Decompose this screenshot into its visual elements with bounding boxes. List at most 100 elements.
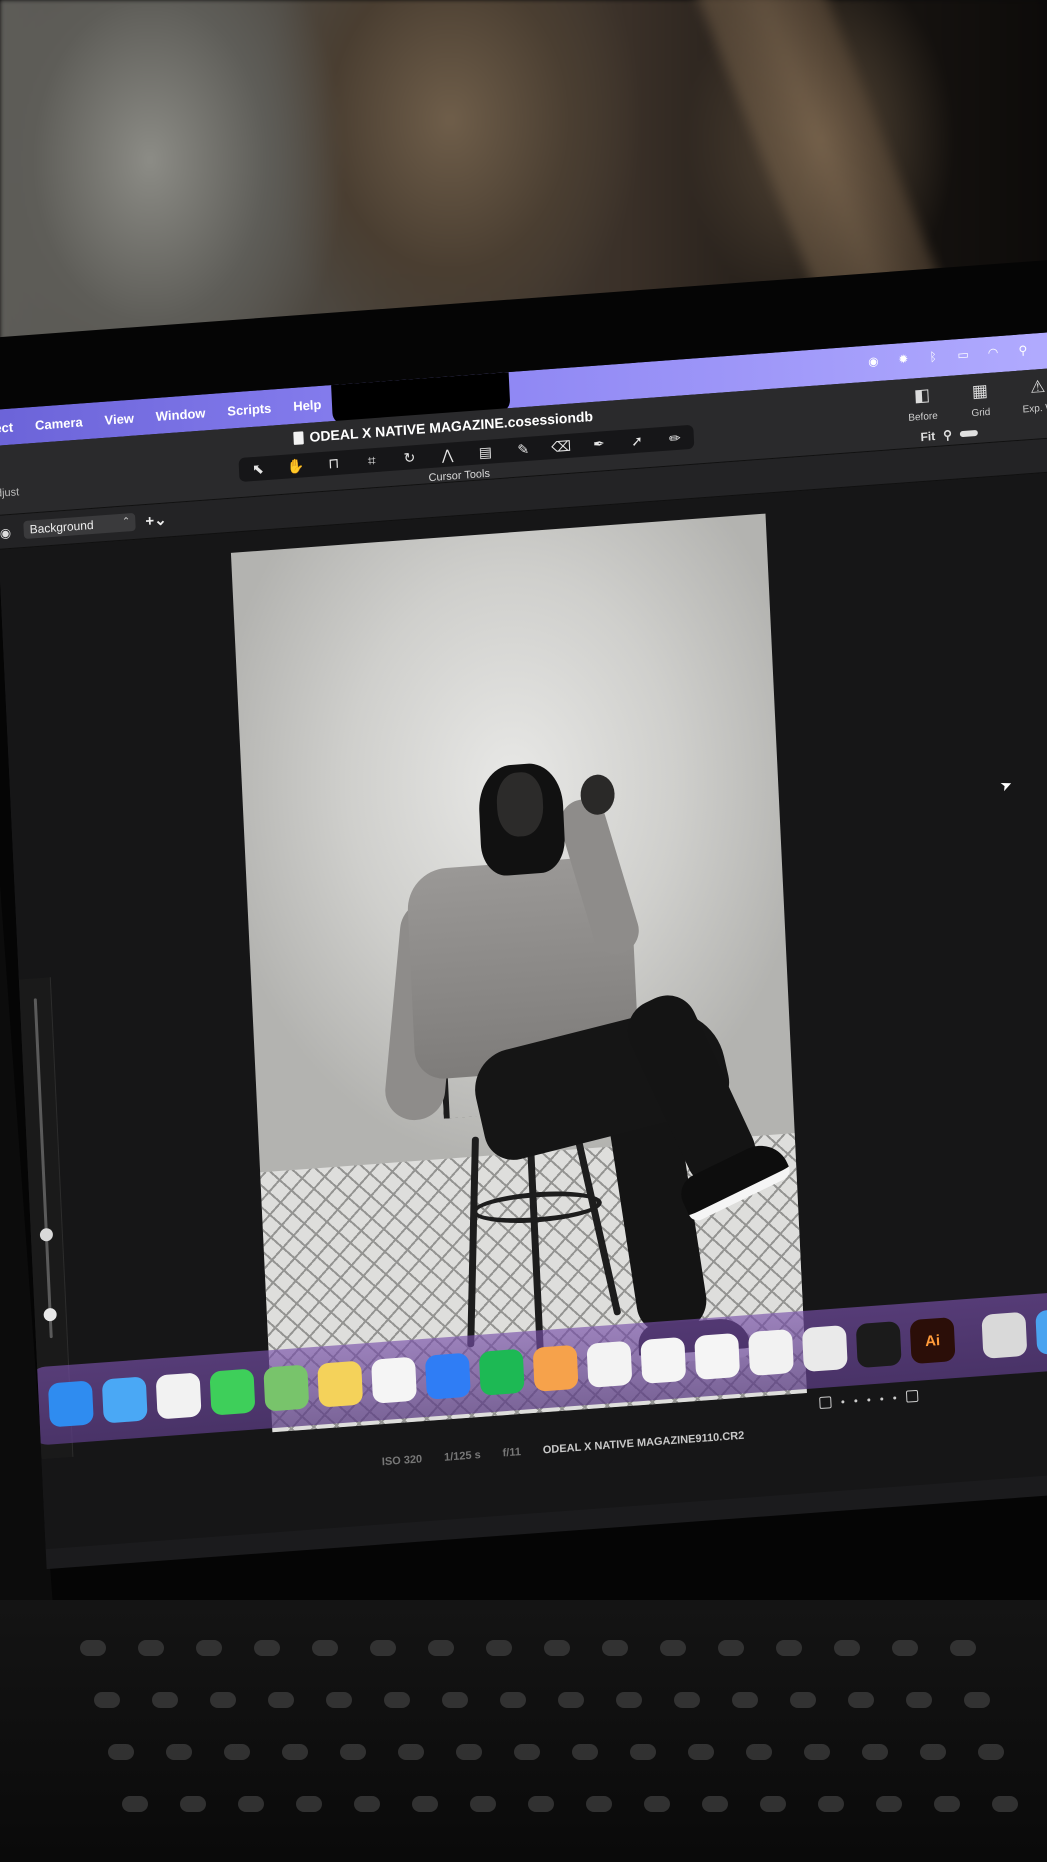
layer-visibility-eye-icon[interactable]: ◉ — [0, 525, 12, 542]
menu-select[interactable]: Select — [0, 419, 13, 437]
zoom-controls: Fit ⚲ — [920, 426, 978, 444]
grid-label: Grid — [971, 406, 991, 420]
aperture-value: f/11 — [502, 1446, 522, 1460]
dock-calendar-icon[interactable] — [694, 1332, 741, 1381]
page-dot[interactable] — [841, 1399, 845, 1403]
keyboard-key — [718, 1640, 744, 1656]
before-button[interactable]: ◧ Before — [902, 384, 944, 424]
fit-button[interactable]: Fit — [920, 429, 935, 444]
dock-freeform-icon[interactable] — [586, 1340, 633, 1388]
document-icon — [293, 430, 304, 445]
adjust-label: djust — [0, 486, 20, 500]
page-dot[interactable] — [893, 1395, 897, 1400]
dock-app-store-icon[interactable] — [424, 1352, 471, 1400]
single-view-icon[interactable] — [819, 1396, 832, 1410]
keyboard-key — [196, 1640, 222, 1656]
brush-tool-icon[interactable]: ✎ — [512, 440, 535, 459]
right-toolbar: ◧ Before ▦ Grid ⚠ Exp. W — [902, 376, 1047, 424]
page-dot[interactable] — [854, 1398, 858, 1403]
rotate-tool-icon[interactable]: ↻ — [398, 448, 421, 467]
before-after-icon: ◧ — [913, 385, 931, 406]
menu-camera[interactable]: Camera — [35, 414, 83, 432]
multi-view-icon[interactable] — [905, 1389, 919, 1403]
dock-archive-utility-icon[interactable] — [981, 1311, 1028, 1359]
pen-tool-icon[interactable]: ✏ — [663, 429, 686, 448]
menu-help[interactable]: Help — [293, 396, 322, 413]
zoom-slider[interactable] — [959, 429, 978, 438]
keyboard-key — [138, 1640, 164, 1656]
keystone-tool-icon[interactable]: ⋀ — [436, 445, 459, 464]
dock-photos-icon[interactable] — [532, 1344, 579, 1392]
add-layer-icon[interactable]: +⌄ — [145, 511, 167, 531]
dock-messages-icon[interactable] — [155, 1372, 202, 1420]
picker-tool-icon[interactable]: ✒ — [588, 434, 611, 453]
creative-cloud-icon[interactable]: ◉ — [866, 354, 881, 369]
keyboard-key — [384, 1692, 410, 1708]
adjustment-slider-knob[interactable] — [39, 1227, 54, 1242]
keyboard-key — [398, 1744, 424, 1760]
keyboard-key — [964, 1692, 990, 1708]
battery-icon[interactable]: ▭ — [956, 347, 971, 362]
dock-notes-icon[interactable] — [317, 1360, 364, 1408]
keyboard-key — [296, 1796, 322, 1812]
crop-tool-icon[interactable]: ⌗ — [360, 451, 383, 470]
keyboard-key — [268, 1692, 294, 1708]
page-dot[interactable] — [867, 1397, 871, 1402]
keyboard-key — [848, 1692, 874, 1708]
bluetooth-icon[interactable]: ᛒ — [926, 349, 941, 365]
dock-maps-icon[interactable] — [263, 1364, 310, 1412]
gradient-mask-tool-icon[interactable]: ▤ — [474, 443, 497, 462]
keyboard-key — [834, 1640, 860, 1656]
keyboard-key — [746, 1744, 772, 1760]
keyboard-key — [790, 1692, 816, 1708]
portrait-photo[interactable] — [230, 513, 807, 1433]
iso-value: ISO 320 — [381, 1453, 423, 1469]
dock-reminders-icon[interactable] — [371, 1356, 418, 1404]
keyboard-key — [804, 1744, 830, 1760]
keyboard-key — [108, 1744, 134, 1760]
status-icons: ◉ ✹ ᛒ ▭ ◠ ⚲ ▤ — [866, 341, 1047, 369]
keyboard-key — [950, 1640, 976, 1656]
keyboard-key — [906, 1692, 932, 1708]
dock-mail-icon[interactable] — [101, 1376, 148, 1424]
pointer-tool-icon[interactable]: ⬉ — [247, 459, 270, 478]
wifi-icon[interactable]: ◠ — [986, 345, 1001, 360]
keyboard-key — [862, 1744, 888, 1760]
dock-capture-one-icon[interactable] — [855, 1320, 902, 1369]
keyboard-key — [616, 1692, 642, 1708]
adjustment-slider-track[interactable] — [33, 998, 53, 1339]
adjustment-slider-knob[interactable] — [43, 1307, 57, 1322]
dock-downloads-icon[interactable] — [1035, 1307, 1047, 1355]
search-icon[interactable]: ⚲ — [1016, 343, 1031, 358]
dock-spotify-icon[interactable] — [478, 1348, 525, 1396]
keyboard-key — [674, 1692, 700, 1708]
annotate-tool-icon[interactable]: ➚ — [626, 432, 649, 451]
layer-select[interactable]: Background — [23, 512, 136, 539]
dock-safari-icon[interactable] — [801, 1324, 848, 1373]
menu-window[interactable]: Window — [155, 405, 205, 424]
dock-chrome-icon[interactable] — [748, 1328, 794, 1377]
stamp-tool-icon[interactable]: ⊓ — [322, 454, 345, 473]
dock-finder-icon[interactable] — [47, 1380, 94, 1428]
eraser-tool-icon[interactable]: ⌫ — [550, 437, 573, 456]
laptop-screen: Select Camera View Window Scripts Help ◉… — [0, 330, 1047, 1570]
page-dot[interactable] — [880, 1396, 884, 1401]
grid-button[interactable]: ▦ Grid — [959, 380, 1001, 420]
exposure-warning-button[interactable]: ⚠ Exp. W — [1017, 376, 1047, 416]
menu-scripts[interactable]: Scripts — [227, 400, 272, 418]
keyboard-key — [934, 1796, 960, 1812]
keyboard-key — [514, 1744, 540, 1760]
keyboard-key — [282, 1744, 308, 1760]
dock-facetime-icon[interactable] — [209, 1368, 256, 1416]
zoom-icon[interactable]: ⚲ — [943, 428, 952, 443]
pan-hand-tool-icon[interactable]: ✋ — [284, 457, 307, 476]
dock-pages-icon[interactable] — [640, 1336, 687, 1384]
settings-gear-icon[interactable]: ✹ — [896, 352, 911, 367]
keyboard-key — [152, 1692, 178, 1708]
keyboard-key — [644, 1796, 670, 1812]
keyboard-key — [876, 1796, 902, 1812]
menu-view[interactable]: View — [104, 410, 134, 427]
image-filename: ODEAL X NATIVE MAGAZINE9110.CR2 — [542, 1429, 745, 1457]
viewer-navigation — [819, 1389, 919, 1410]
dock-illustrator-icon[interactable]: Ai — [909, 1317, 956, 1365]
